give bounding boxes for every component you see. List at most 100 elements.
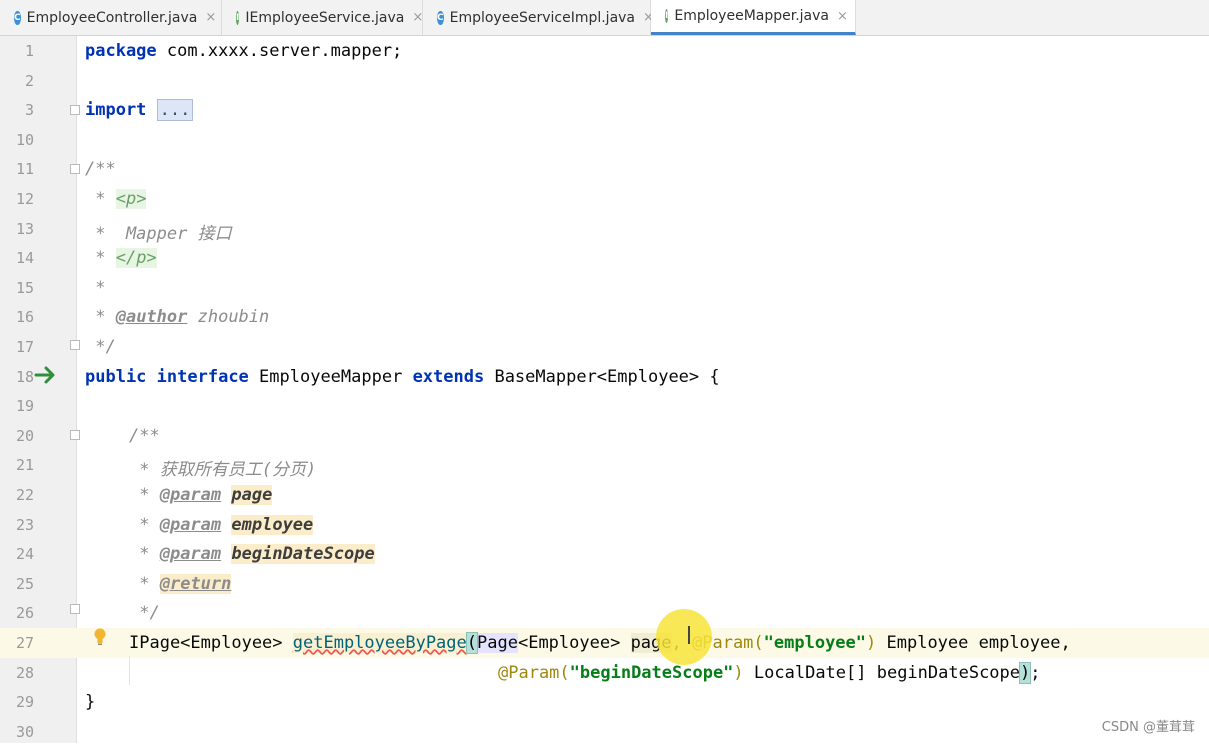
comment-prefix: * (129, 544, 160, 565)
return-type: IPage<Employee> (129, 633, 293, 653)
line-number: 3 (24, 101, 34, 120)
code-line: 1 package com.xxxx.server.mapper; (0, 36, 1209, 66)
comment-prefix: * (129, 514, 160, 535)
code-line: 17 */ (0, 332, 1209, 362)
tab-label: IEmployeeService.java (245, 9, 405, 26)
doc-tag: @author (115, 307, 188, 328)
line-number: 20 (15, 426, 34, 445)
mouse-cursor-highlight (656, 609, 712, 665)
code-line: 24 * @param beginDateScope (0, 539, 1209, 569)
code-line: 2 (0, 66, 1209, 96)
line-number: 14 (15, 249, 34, 268)
comment-text: * Mapper 接口 (85, 223, 232, 244)
line-number: 24 (15, 545, 34, 564)
line-number: 2 (24, 71, 34, 90)
fold-collapse-icon[interactable] (70, 164, 80, 174)
tab-label: EmployeeServiceImpl.java (449, 9, 636, 26)
line-number: 18 (15, 367, 34, 386)
doc-tag: @return (159, 573, 232, 594)
code-line: 29 } (0, 687, 1209, 717)
html-tag: <p> (115, 189, 147, 209)
line-number: 15 (15, 278, 34, 297)
code-line: 26 */ (0, 598, 1209, 628)
code-line: 19 (0, 391, 1209, 421)
string-literal: "employee" (763, 633, 867, 653)
code-line: 18 public interface EmployeeMapper exten… (0, 362, 1209, 392)
javadoc-end: */ (85, 337, 116, 357)
class-icon: C (437, 10, 444, 25)
javadoc-start: /** (85, 159, 116, 180)
package-name: com.xxxx.server.mapper; (156, 41, 403, 61)
code-line: 15 * (0, 273, 1209, 303)
code-line: 12 * <p> (0, 184, 1209, 214)
code-line: 21 * 获取所有员工(分页) (0, 450, 1209, 480)
doc-tag: @param (159, 485, 222, 505)
implementation-arrow-icon[interactable] (34, 363, 58, 387)
close-icon[interactable]: × (837, 9, 848, 24)
interface-icon: I (236, 10, 240, 25)
method-name[interactable]: getEmployeeByPage (292, 633, 467, 653)
doc-tag: @param (159, 514, 222, 535)
keyword: package (85, 41, 157, 61)
code-line: 20 /** (0, 421, 1209, 451)
tab-label: EmployeeController.java (26, 9, 198, 26)
code-line: 30 (0, 717, 1209, 746)
param-type-generic: <Employee> (517, 633, 631, 653)
line-number: 28 (15, 663, 34, 682)
code-line: 23 * @param employee (0, 510, 1209, 540)
close-icon[interactable]: × (412, 10, 423, 25)
editor-tab-bar: C EmployeeController.java × I IEmployeeS… (0, 0, 1209, 36)
line-number: 17 (15, 338, 34, 356)
keyword: extends (412, 366, 485, 387)
comment-prefix: * (129, 485, 160, 505)
supertype: BaseMapper<Employee> { (484, 366, 720, 387)
javadoc-end: */ (129, 603, 160, 624)
keyword: public (85, 366, 147, 387)
line-number: 21 (15, 456, 34, 475)
string-literal: "beginDateScope" (569, 662, 734, 683)
code-line: 10 (0, 125, 1209, 155)
keyword: import (85, 100, 147, 121)
code-line: 22 * @param page (0, 480, 1209, 510)
indent-guide (129, 656, 130, 685)
param-name: page (231, 485, 273, 505)
tab-employee-controller[interactable]: C EmployeeController.java × (0, 0, 222, 35)
line-number: 26 (15, 604, 34, 623)
fold-collapse-icon[interactable] (70, 604, 80, 614)
javadoc-start: /** (129, 425, 160, 446)
close-icon[interactable]: × (205, 10, 216, 25)
tab-iemployee-service[interactable]: I IEmployeeService.java × (222, 0, 423, 35)
code-line-current: 27 IPage<Employee> getEmployeeByPage(Pag… (0, 628, 1209, 658)
folded-imports[interactable]: ... (156, 99, 194, 122)
param-decl: LocalDate[] beginDateScope (743, 662, 1021, 683)
interface-icon: I (665, 9, 669, 23)
fold-expand-icon[interactable] (70, 105, 80, 115)
line-number: 13 (15, 219, 34, 238)
tab-employee-service-impl[interactable]: C EmployeeServiceImpl.java × (423, 0, 654, 35)
fold-collapse-icon[interactable] (70, 430, 80, 440)
code-line: 28 @Param("beginDateScope") LocalDate[] … (0, 658, 1209, 688)
comment-text: * 获取所有员工(分页) (129, 460, 317, 481)
semicolon: ; (1030, 662, 1041, 683)
code-line: 25 * @return (0, 569, 1209, 599)
class-icon: C (14, 10, 21, 25)
comment-prefix: * (85, 248, 116, 269)
code-line: 3 import ... (0, 95, 1209, 125)
param-name: beginDateScope (231, 544, 375, 565)
lightbulb-icon[interactable] (93, 628, 107, 646)
line-number: 19 (15, 397, 34, 416)
line-number: 1 (24, 42, 34, 60)
line-number: 30 (15, 722, 34, 741)
annotation-close: ) (866, 633, 877, 653)
annotation: @Param( (498, 662, 570, 683)
line-number: 23 (15, 515, 34, 534)
fold-collapse-icon[interactable] (70, 340, 80, 350)
tab-employee-mapper[interactable]: I EmployeeMapper.java × (651, 0, 856, 35)
comment-prefix: * (129, 573, 160, 594)
comment-prefix: * (85, 307, 116, 328)
code-line: 11 /** (0, 154, 1209, 184)
doc-tag: @param (159, 544, 222, 565)
html-tag: </p> (115, 248, 157, 269)
closing-brace: } (85, 692, 96, 713)
text-cursor (688, 626, 690, 644)
